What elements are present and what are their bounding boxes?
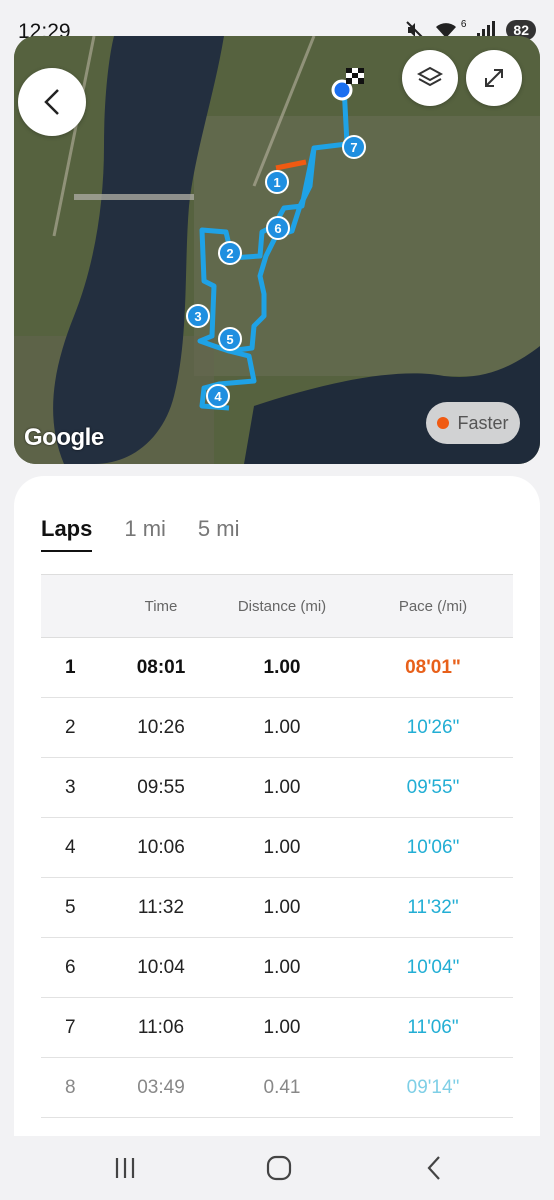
table-header: Time Distance (mi) Pace (/mi) [41,574,513,638]
lap-marker[interactable]: 2 [218,241,242,265]
google-logo: Google [24,424,104,451]
back-button[interactable] [18,68,86,136]
recents-button[interactable] [105,1148,145,1188]
lap-pace: 10'04" [406,956,460,978]
wifi-badge: 6 [460,18,467,30]
lap-pace: 11'06" [407,1016,459,1038]
recents-icon [115,1158,135,1178]
table-row: 5 11:32 1.00 11'32" [41,878,513,938]
lap-distance: 1.00 [263,776,301,798]
laps-panel: Laps 1 mi 5 mi Time Distance (mi) Pace (… [14,476,540,1150]
lap-time: 11:06 [137,1016,185,1038]
svg-text:2: 2 [226,246,233,261]
table-row: 7 11:06 1.00 11'06" [41,998,513,1058]
lap-distance: 1.00 [263,1016,301,1038]
svg-text:1: 1 [273,175,280,190]
lap-pace: 11'32" [407,896,459,918]
tab-1-mi[interactable]: 1 mi [124,516,166,552]
lap-pace: 10'06" [406,836,460,858]
table-row: 2 10:26 1.00 10'26" [41,698,513,758]
lap-number: 5 [65,896,76,918]
lap-pace: 10'26" [406,716,460,738]
lap-time: 11:32 [137,896,185,918]
nav-back-button[interactable] [414,1148,454,1188]
back-arrow-icon [44,89,59,115]
lap-number: 4 [65,836,76,858]
lap-marker[interactable]: 7 [342,135,366,159]
lap-marker[interactable]: 1 [265,170,289,194]
table-row: 8 03:49 0.41 09'14" [41,1058,513,1118]
lap-time: 09:55 [137,776,185,798]
lap-distance: 0.41 [263,1076,301,1098]
lap-number: 3 [65,776,76,798]
faster-label: Faster [457,412,509,433]
laps-table: Time Distance (mi) Pace (/mi) 1 08:01 1.… [41,574,513,1118]
svg-text:3: 3 [194,309,201,324]
system-nav-bar [0,1136,554,1200]
lap-marker[interactable]: 3 [186,304,210,328]
lap-number: 7 [65,1016,76,1038]
svg-text:5: 5 [226,332,233,347]
lap-pace: 09'14" [406,1076,460,1098]
finish-flag-icon [346,68,364,84]
lap-distance: 1.00 [263,956,301,978]
split-tabs: Laps 1 mi 5 mi [41,516,239,552]
lap-distance: 1.00 [263,836,301,858]
lap-marker[interactable]: 4 [206,384,230,408]
lap-pace: 08'01" [405,656,461,678]
lap-time: 10:06 [137,836,185,858]
lap-number: 6 [65,956,76,978]
map-satellite-view: 1 2 3 4 5 6 7 [14,36,540,464]
home-icon [266,1155,292,1181]
svg-text:6: 6 [274,221,281,236]
table-row: 3 09:55 1.00 09'55" [41,758,513,818]
lap-marker[interactable]: 5 [218,327,242,351]
lap-marker[interactable]: 6 [266,216,290,240]
expand-map-button[interactable] [466,50,522,106]
route-map[interactable]: 1 2 3 4 5 6 7 Google Faster [14,36,540,464]
header-time: Time [144,597,178,615]
svg-text:7: 7 [350,140,357,155]
map-layers-button[interactable] [402,50,458,106]
faster-legend: Faster [426,402,520,444]
expand-icon [485,69,503,87]
table-row: 1 08:01 1.00 08'01" [41,638,513,698]
header-distance: Distance (mi) [237,597,327,615]
header-pace: Pace (/mi) [398,597,468,615]
lap-time: 10:26 [137,716,185,738]
svg-text:4: 4 [214,389,222,404]
faster-dot-icon [437,417,450,429]
lap-time: 08:01 [136,656,186,678]
lap-time: 03:49 [137,1076,185,1098]
lap-number: 8 [65,1076,76,1098]
lap-distance: 1.00 [263,896,301,918]
layers-icon [417,66,443,87]
table-row: 6 10:04 1.00 10'04" [41,938,513,998]
lap-distance: 1.00 [263,716,301,738]
tab-laps[interactable]: Laps [41,516,93,552]
lap-distance: 1.00 [263,656,301,678]
lap-time: 10:04 [137,956,185,978]
tab-5-mi[interactable]: 5 mi [198,516,240,552]
home-button[interactable] [259,1148,299,1188]
lap-pace: 09'55" [406,776,460,798]
table-row: 4 10:06 1.00 10'06" [41,818,513,878]
lap-number: 2 [65,716,76,738]
lap-number: 1 [65,656,76,678]
nav-back-icon [427,1156,440,1180]
